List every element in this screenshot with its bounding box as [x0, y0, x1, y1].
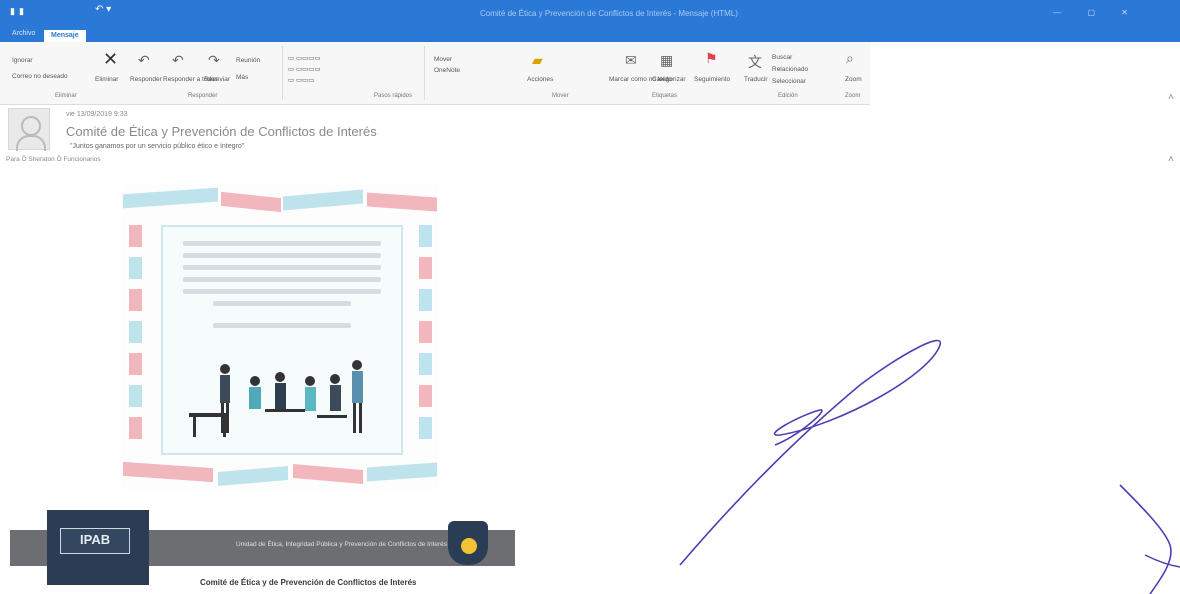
handwritten-signature [679, 339, 1180, 594]
more-button[interactable]: Más [236, 74, 248, 81]
window-title: Comité de Ética y Prevención de Conflict… [480, 9, 738, 18]
group-label-quicksteps: Pasos rápidos [374, 93, 413, 99]
quick-access-toolbar[interactable]: ▮▮ [10, 6, 28, 17]
stripe [129, 225, 142, 247]
customize-toolbar-icon[interactable]: ↶ ▾ [95, 4, 111, 15]
envelope-icon: ✉ [625, 52, 637, 68]
stripe [221, 191, 281, 213]
blurred-text-line [183, 241, 381, 246]
stripe [367, 462, 437, 482]
stripe [419, 385, 432, 407]
flyer-footer: Comité de Ética y de Prevención de Confl… [200, 578, 417, 587]
actions-button[interactable]: Acciones [527, 76, 553, 83]
stripe [293, 463, 363, 485]
stripe [419, 353, 432, 375]
delete-icon: ✕ [103, 49, 119, 69]
stripe [129, 321, 142, 343]
stripe [419, 257, 432, 279]
group-label-editing: Edición [778, 93, 798, 99]
stripe [129, 385, 142, 407]
flyer-card [161, 225, 403, 455]
message-date: vie 13/09/2019 9:33 [66, 111, 128, 118]
stripe [419, 225, 432, 247]
divider [282, 46, 283, 100]
categorize-icon: ▦ [660, 52, 674, 68]
blurred-text-line [213, 301, 351, 306]
group-label-tags: Etiquetas [652, 93, 678, 99]
translate-icon: 文 [748, 54, 762, 70]
reply-all-icon: ↶ [172, 52, 184, 68]
logo-text: IPAB [80, 532, 111, 547]
reply-icon: ↶ [138, 52, 150, 68]
translate-button[interactable]: Traducir [744, 76, 768, 83]
select-button[interactable]: Seleccionar [772, 78, 806, 85]
stripe [419, 289, 432, 311]
quickstep-1[interactable]: ▭ ▭▭▭▭ [288, 54, 321, 62]
blurred-text-line [183, 253, 381, 258]
blurred-text-line [183, 277, 381, 282]
forward-button[interactable]: Reenviar [204, 76, 230, 83]
message-quote: "Juntos ganamos por un servicio público … [70, 143, 245, 150]
window-controls[interactable]: — ▢ ✕ [1053, 8, 1140, 17]
collapse-header-icon[interactable]: ˄ [1168, 154, 1174, 165]
stripe [123, 187, 218, 209]
related-button[interactable]: Relacionado [772, 66, 808, 73]
follow-up-button[interactable]: Seguimiento [694, 76, 730, 83]
categorize-button[interactable]: Categorizar [652, 76, 686, 83]
move-button[interactable]: Mover [434, 56, 452, 63]
ignore-button[interactable]: Ignorar [12, 57, 33, 64]
find-button[interactable]: Buscar [772, 54, 792, 61]
delete-button[interactable]: Eliminar [95, 76, 118, 83]
blurred-text-line [183, 289, 381, 294]
stripe [367, 192, 437, 212]
meeting-button[interactable]: Reunión [236, 57, 260, 64]
blurred-text-line [213, 323, 351, 328]
blurred-text-line [183, 265, 381, 270]
message-recipients: Para Ô Sheraton Ô Funcionarios [6, 156, 101, 163]
globe-icon [461, 538, 477, 554]
tab-file[interactable]: Archivo [12, 30, 35, 42]
group-label-zoom: Zoom [845, 93, 861, 99]
flag-icon: ⚑ [705, 50, 718, 66]
banner-text: Unidad de Ética, Integridad Pública y Pr… [236, 541, 448, 548]
onenote-button[interactable]: OneNote [434, 67, 460, 74]
quickstep-2[interactable]: ▭ ▭▭▭▭ [288, 65, 321, 73]
zoom-button[interactable]: Zoom [845, 76, 862, 83]
avatar [8, 108, 50, 151]
stripe [419, 321, 432, 343]
reply-button[interactable]: Responder [130, 76, 162, 83]
flyer-image [123, 185, 438, 490]
stripe [123, 461, 213, 483]
folder-icon: ▰ [532, 52, 543, 68]
message-subject: Comité de Ética y Prevención de Conflict… [66, 124, 377, 139]
group-label-delete: Eliminar [55, 93, 77, 99]
ribbon-tab-row [0, 28, 1180, 42]
stripe [419, 417, 432, 439]
people-illustration [189, 360, 363, 437]
stripe [129, 417, 142, 439]
title-bar: ▮▮ ↶ ▾ Comité de Ética y Prevención de C… [0, 0, 1180, 28]
forward-icon: ↷ [208, 52, 220, 68]
zoom-icon: ⌕ [846, 50, 854, 66]
collapse-ribbon-icon[interactable]: ˄ [1168, 92, 1174, 103]
stripe [129, 257, 142, 279]
group-label-move: Mover [552, 93, 569, 99]
group-label-respond: Responder [188, 93, 218, 99]
quickstep-3[interactable]: ▭ ▭▭▭ [288, 76, 314, 84]
stripe [218, 465, 288, 487]
divider [424, 46, 425, 100]
stripe [283, 189, 363, 211]
junk-button[interactable]: Correo no deseado [12, 73, 68, 80]
stripe [129, 289, 142, 311]
stripe [129, 353, 142, 375]
